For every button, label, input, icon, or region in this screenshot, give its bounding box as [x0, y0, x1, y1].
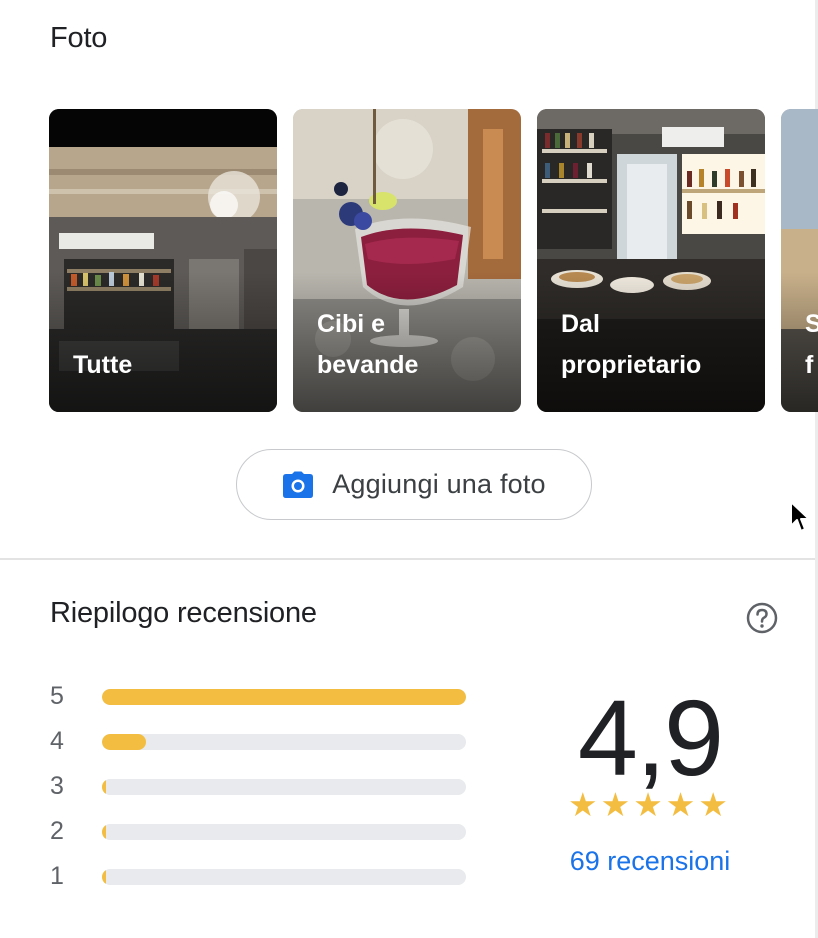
photo-card-partial[interactable]: S f	[781, 109, 818, 412]
caption-gradient	[49, 272, 277, 412]
rating-row-label: 5	[50, 682, 64, 710]
rating-bar-track	[102, 734, 466, 750]
photo-card-label: Cibi e bevande	[317, 310, 419, 379]
rating-bar-track	[102, 869, 466, 885]
rating-bar-track	[102, 824, 466, 840]
add-photo-button-label: Aggiungi una foto	[332, 469, 546, 499]
reviews-count-link[interactable]: 69 recensioni	[530, 846, 770, 877]
rating-row-5[interactable]: 5	[50, 682, 470, 710]
photo-card-food-drinks[interactable]: Cibi e bevande	[293, 109, 521, 412]
photos-section-title: Foto	[50, 22, 108, 54]
rating-bar-fill	[102, 734, 146, 750]
mouse-cursor-icon	[790, 501, 810, 532]
rating-row-1[interactable]: 1	[50, 862, 470, 890]
rating-bar-fill	[102, 824, 106, 840]
add-photo-button[interactable]: Aggiungi una foto	[236, 449, 592, 520]
star-icon: ★	[633, 786, 663, 823]
camera-icon	[283, 471, 314, 498]
review-summary-title: Riepilogo recensione	[50, 597, 317, 629]
star-icon: ★	[665, 786, 696, 823]
photo-carousel: Tutte Cibi e bevande Dal proprietario S …	[0, 109, 818, 412]
average-rating: 4,9	[577, 677, 724, 798]
rating-row-label: 2	[50, 817, 64, 845]
star-icon: ★	[600, 786, 631, 823]
photo-card-label: Tutte	[73, 351, 133, 379]
rating-bar-fill	[102, 869, 106, 885]
rating-row-4[interactable]: 4	[50, 727, 470, 755]
rating-bar-fill	[102, 689, 466, 705]
photo-card-by-owner[interactable]: Dal proprietario	[537, 109, 765, 412]
help-circle-icon[interactable]	[745, 601, 779, 635]
star-icon: ★	[698, 786, 728, 823]
rating-stars: ★ ★ ★ ★ ★	[568, 786, 728, 824]
photo-card-label: S f	[805, 310, 818, 379]
rating-row-label: 4	[50, 727, 64, 755]
rating-bar-fill	[102, 779, 106, 795]
star-icon: ★	[568, 786, 598, 823]
rating-row-label: 3	[50, 772, 64, 800]
photo-card-label: Dal proprietario	[561, 310, 702, 379]
rating-bar-track	[102, 779, 466, 795]
rating-row-3[interactable]: 3	[50, 772, 470, 800]
section-divider	[0, 558, 815, 560]
rating-row-2[interactable]: 2	[50, 817, 470, 845]
rating-row-label: 1	[50, 862, 64, 890]
photo-card-all[interactable]: Tutte	[49, 109, 277, 412]
rating-bar-track	[102, 689, 466, 705]
